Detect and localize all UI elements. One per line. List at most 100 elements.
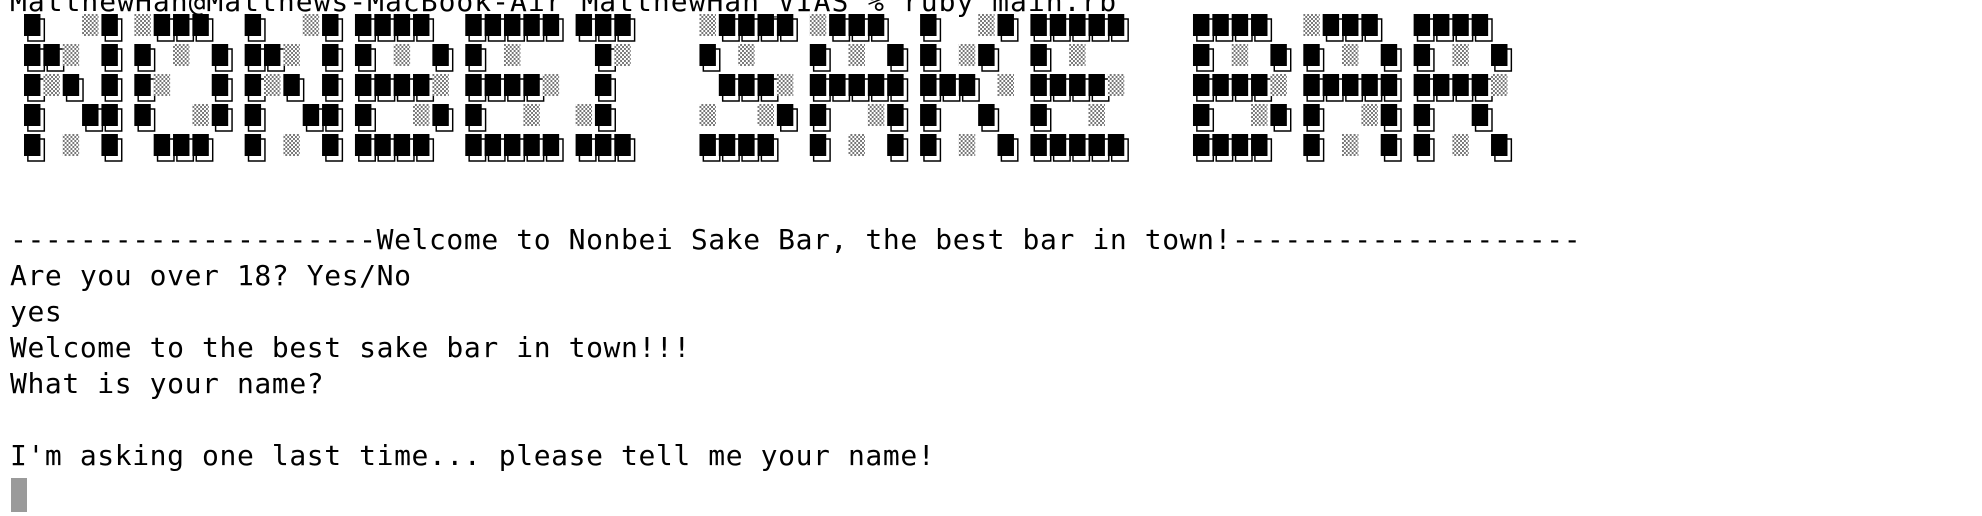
- banner-shade-cell: [62, 44, 80, 66]
- banner-block-cell: [1212, 134, 1229, 156]
- banner-block-cell: [211, 104, 229, 126]
- banner-block-cell: [153, 134, 171, 156]
- banner-block-cell: [503, 134, 521, 156]
- banner-block-cell: [614, 14, 631, 36]
- banner-block-cell: [24, 134, 41, 156]
- banner-shade-cell: [978, 14, 995, 36]
- banner-block-cell: [867, 14, 885, 36]
- banner-block-cell: [1192, 74, 1210, 96]
- banner-block-cell: [1107, 134, 1125, 156]
- banner-block-cell: [322, 44, 339, 66]
- banner-shade-cell: [848, 44, 865, 66]
- banner-shade-cell: [575, 104, 593, 126]
- banner-block-cell: [1342, 74, 1359, 96]
- banner-shade-cell: [1452, 134, 1469, 156]
- banner-block-cell: [594, 134, 612, 156]
- banner-block-cell: [575, 134, 593, 156]
- banner-block-cell: [1380, 134, 1398, 156]
- banner-block-cell: [1107, 14, 1125, 36]
- banner-block-cell: [465, 134, 482, 156]
- banner-shade-cell: [867, 104, 885, 126]
- banner-block-cell: [887, 74, 904, 96]
- banner-block-cell: [809, 74, 827, 96]
- banner-block-cell: [997, 14, 1014, 36]
- banner-block-cell: [153, 14, 171, 36]
- banner-block-cell: [575, 14, 593, 36]
- banner-block-cell: [1030, 134, 1047, 156]
- banner-shade-cell: [43, 74, 60, 96]
- banner-block-cell: [1212, 74, 1229, 96]
- banner-block-cell: [43, 44, 60, 66]
- banner-block-cell: [82, 104, 99, 126]
- banner-block-cell: [1069, 74, 1086, 96]
- banner-shade-cell: [82, 14, 99, 36]
- banner-block-cell: [1471, 104, 1489, 126]
- banner-shade-cell: [1251, 104, 1268, 126]
- banner-block-cell: [776, 14, 794, 36]
- banner-block-cell: [465, 74, 482, 96]
- banner-block-cell: [192, 14, 209, 36]
- banner-block-cell: [523, 134, 540, 156]
- banner-block-cell: [24, 104, 41, 126]
- banner-block-cell: [542, 134, 560, 156]
- banner-shade-cell: [62, 134, 80, 156]
- banner-shade-cell: [958, 44, 976, 66]
- banner-block-cell: [1192, 44, 1210, 66]
- banner-block-cell: [413, 14, 430, 36]
- banner-block-cell: [101, 104, 118, 126]
- banner-shade-cell: [1088, 104, 1105, 126]
- terminal-window[interactable]: MatthewHan@Matthews-MacBook-Air MatthewH…: [0, 0, 1982, 516]
- banner-block-cell: [718, 14, 736, 36]
- banner-shade-cell: [413, 104, 430, 126]
- banner-shade-cell: [809, 14, 827, 36]
- banner-block-cell: [244, 74, 262, 96]
- banner-shade-cell: [1342, 134, 1359, 156]
- banner-block-cell: [1380, 44, 1398, 66]
- banner-shade-cell: [699, 14, 716, 36]
- banner-block-cell: [354, 14, 372, 36]
- text-cursor[interactable]: [11, 478, 27, 512]
- banner-block-cell: [244, 44, 262, 66]
- banner-shade-cell: [757, 104, 774, 126]
- banner-block-cell: [920, 74, 937, 96]
- banner-block-cell: [997, 134, 1014, 156]
- banner-block-cell: [809, 104, 827, 126]
- banner-block-cell: [1231, 14, 1249, 36]
- banner-block-cell: [757, 14, 774, 36]
- banner-block-cell: [24, 14, 41, 36]
- banner-block-cell: [263, 44, 281, 66]
- banner-block-cell: [374, 134, 391, 156]
- banner-block-cell: [413, 74, 430, 96]
- banner-block-cell: [503, 74, 521, 96]
- banner-block-cell: [432, 104, 449, 126]
- banner-block-cell: [503, 14, 521, 36]
- banner-block-cell: [939, 74, 956, 96]
- banner-block-cell: [465, 44, 482, 66]
- banner-shade-cell: [283, 44, 300, 66]
- banner-block-cell: [393, 74, 411, 96]
- banner-block-cell: [173, 14, 190, 36]
- banner-shade-cell: [263, 74, 281, 96]
- banner-block-cell: [1212, 14, 1229, 36]
- banner-block-cell: [594, 74, 612, 96]
- banner-block-cell: [101, 44, 118, 66]
- banner-block-cell: [1322, 74, 1340, 96]
- banner-shade-cell: [302, 14, 320, 36]
- banner-block-cell: [393, 134, 411, 156]
- banner-block-cell: [322, 104, 339, 126]
- banner-block-cell: [1270, 104, 1287, 126]
- banner-shade-cell: [848, 134, 865, 156]
- banner-block-cell: [1088, 14, 1105, 36]
- banner-block-cell: [1303, 44, 1320, 66]
- banner-block-cell: [134, 104, 151, 126]
- banner-block-cell: [718, 134, 736, 156]
- banner-block-cell: [465, 14, 482, 36]
- last-time-prompt: I'm asking one last time... please tell …: [10, 439, 936, 472]
- ascii-art-banner: [24, 12, 1944, 222]
- banner-shade-cell: [1452, 44, 1469, 66]
- banner-shade-cell: [1107, 74, 1125, 96]
- banner-block-cell: [1030, 74, 1047, 96]
- banner-block-cell: [1192, 14, 1210, 36]
- banner-shade-cell: [1342, 44, 1359, 66]
- banner-shade-cell: [173, 44, 190, 66]
